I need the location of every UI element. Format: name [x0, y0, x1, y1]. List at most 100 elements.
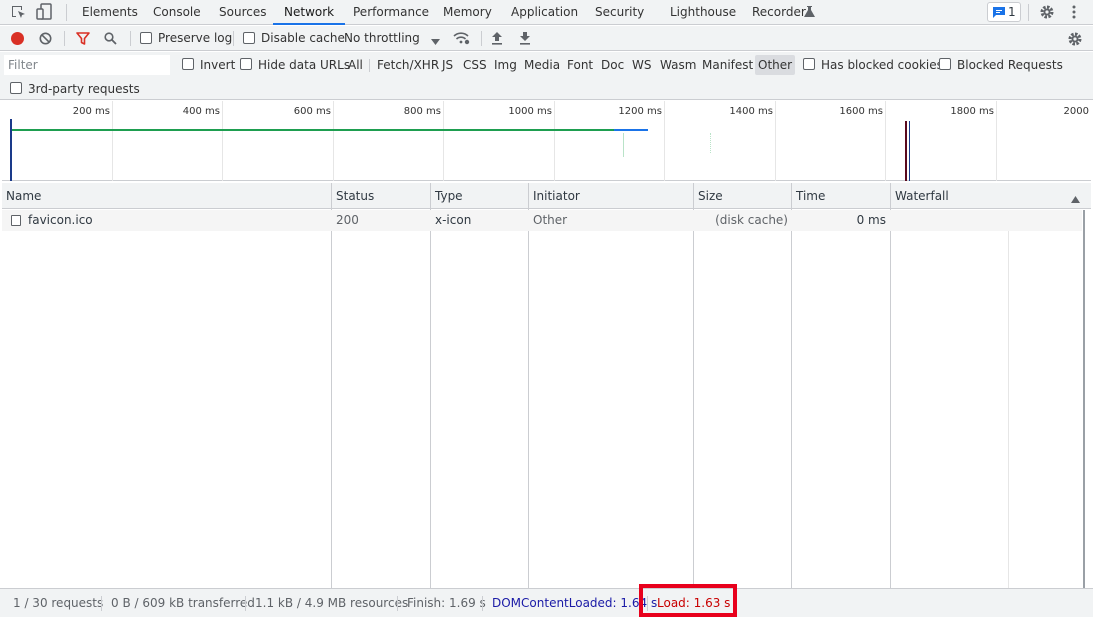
tick-line [443, 101, 444, 181]
tab-application[interactable]: Application [511, 0, 578, 25]
type-filter-manifest[interactable]: Manifest [702, 55, 753, 75]
type-filter-img[interactable]: Img [494, 55, 517, 75]
column-header-type[interactable]: Type [431, 183, 463, 209]
type-filter-js[interactable]: JS [442, 55, 453, 75]
type-filter-ws[interactable]: WS [632, 55, 651, 75]
filter-funnel-icon[interactable] [76, 32, 90, 45]
toolbar-separator [130, 31, 131, 46]
tab-recorder[interactable]: Recorder [752, 0, 806, 25]
request-type: x-icon [435, 213, 472, 227]
more-options-icon[interactable] [1070, 4, 1078, 20]
dropdown-arrow-icon[interactable] [431, 35, 440, 45]
network-activity-bar [12, 129, 614, 131]
network-settings-gear-icon[interactable] [1067, 31, 1083, 47]
column-header-status[interactable]: Status [332, 183, 374, 209]
request-initiator: Other [533, 213, 568, 227]
tick-label: 1400 ms [729, 106, 773, 117]
toolbar-separator [64, 31, 65, 46]
invert-label[interactable]: Invert [200, 55, 235, 75]
disable-cache-label[interactable]: Disable cache [261, 26, 345, 51]
type-filter-media[interactable]: Media [524, 55, 560, 75]
throttling-select[interactable]: No throttling [344, 26, 420, 51]
blocked-requests-checkbox[interactable] [939, 58, 951, 70]
search-icon[interactable] [104, 32, 117, 45]
summary-separator [482, 596, 483, 611]
filter-bar: Invert Hide data URLs All Fetch/XHR JS C… [0, 52, 1093, 100]
disable-cache-checkbox[interactable] [243, 32, 255, 44]
tab-sources[interactable]: Sources [219, 0, 266, 25]
preserve-log-label[interactable]: Preserve log [158, 26, 232, 51]
tab-lighthouse[interactable]: Lighthouse [670, 0, 736, 25]
column-divider[interactable] [430, 183, 431, 588]
type-filter-all[interactable]: All [348, 55, 363, 75]
column-header-size[interactable]: Size [694, 183, 723, 209]
tab-console[interactable]: Console [153, 0, 201, 25]
issues-count: 1 [1008, 5, 1016, 19]
activity-trace [710, 133, 712, 153]
has-blocked-cookies-checkbox[interactable] [803, 58, 815, 70]
type-filter-css[interactable]: CSS [463, 55, 487, 75]
column-header-waterfall[interactable]: Waterfall [891, 183, 949, 209]
column-header-name[interactable]: Name [2, 183, 41, 209]
column-header-initiator[interactable]: Initiator [529, 183, 580, 209]
tick-label: 1600 ms [839, 106, 883, 117]
tick-label: 600 ms [293, 106, 331, 117]
devtools-tab-bar: Elements Console Sources Network Perform… [0, 0, 1093, 25]
tick-line [112, 101, 113, 181]
table-row[interactable]: favicon.ico 200 x-icon Other (disk cache… [2, 210, 1082, 231]
request-name[interactable]: favicon.ico [28, 210, 93, 231]
request-time: 0 ms [856, 213, 886, 227]
vertical-scrollbar[interactable] [1083, 210, 1085, 588]
network-summary-bar: 1 / 30 requests 0 B / 609 kB transferred… [0, 584, 1093, 617]
network-overview-timeline[interactable]: 200 ms 400 ms 600 ms 800 ms 1000 ms 1200… [2, 101, 1091, 181]
blocked-requests-label[interactable]: Blocked Requests [957, 55, 1063, 75]
third-party-requests-checkbox[interactable] [10, 82, 22, 94]
import-har-icon[interactable] [491, 31, 503, 45]
column-divider[interactable] [528, 183, 529, 588]
column-divider[interactable] [890, 183, 891, 588]
device-toolbar-icon[interactable] [36, 3, 53, 21]
tab-memory[interactable]: Memory [443, 0, 492, 25]
tick-line [885, 101, 886, 181]
export-har-icon[interactable] [519, 31, 531, 45]
preserve-log-checkbox[interactable] [140, 32, 152, 44]
load-time-highlight-box [639, 584, 737, 617]
table-header: Name Status Type Initiator Size Time Wat… [2, 183, 1091, 209]
third-party-requests-label[interactable]: 3rd-party requests [28, 79, 140, 99]
hide-data-urls-checkbox[interactable] [240, 58, 252, 70]
has-blocked-cookies-label[interactable]: Has blocked cookies [821, 55, 943, 75]
tick-label: 800 ms [403, 106, 441, 117]
inspect-element-icon[interactable] [10, 4, 27, 21]
sort-ascending-icon[interactable] [1071, 192, 1080, 203]
invert-checkbox[interactable] [182, 58, 194, 70]
type-filter-fetch-xhr[interactable]: Fetch/XHR [377, 55, 439, 75]
tab-network[interactable]: Network [273, 0, 346, 25]
hide-data-urls-label[interactable]: Hide data URLs [258, 55, 350, 75]
toolbar-separator [481, 31, 482, 46]
filter-separator [369, 59, 370, 72]
network-conditions-icon[interactable] [453, 31, 470, 45]
column-divider[interactable] [693, 183, 694, 588]
column-header-time[interactable]: Time [792, 183, 825, 209]
type-filter-font[interactable]: Font [567, 55, 593, 75]
tick-line [333, 101, 334, 181]
type-filter-doc[interactable]: Doc [601, 55, 624, 75]
issues-badge[interactable]: 1 [987, 2, 1021, 22]
tab-security[interactable]: Security [595, 0, 644, 25]
column-divider[interactable] [791, 183, 792, 588]
filter-input[interactable] [4, 55, 170, 75]
tick-line [222, 101, 223, 181]
tick-label: 200 ms [72, 106, 110, 117]
record-button[interactable] [11, 32, 24, 45]
settings-gear-icon[interactable] [1039, 4, 1055, 20]
type-filter-other[interactable]: Other [755, 55, 796, 75]
type-filter-wasm[interactable]: Wasm [660, 55, 696, 75]
summary-separator [245, 596, 246, 611]
toolbar-separator [233, 31, 234, 46]
clear-icon[interactable] [39, 32, 52, 45]
tick-line [996, 101, 997, 181]
column-divider[interactable] [331, 183, 332, 588]
tab-performance[interactable]: Performance [353, 0, 429, 25]
tab-elements[interactable]: Elements [82, 0, 138, 25]
request-status: 200 [336, 213, 359, 227]
